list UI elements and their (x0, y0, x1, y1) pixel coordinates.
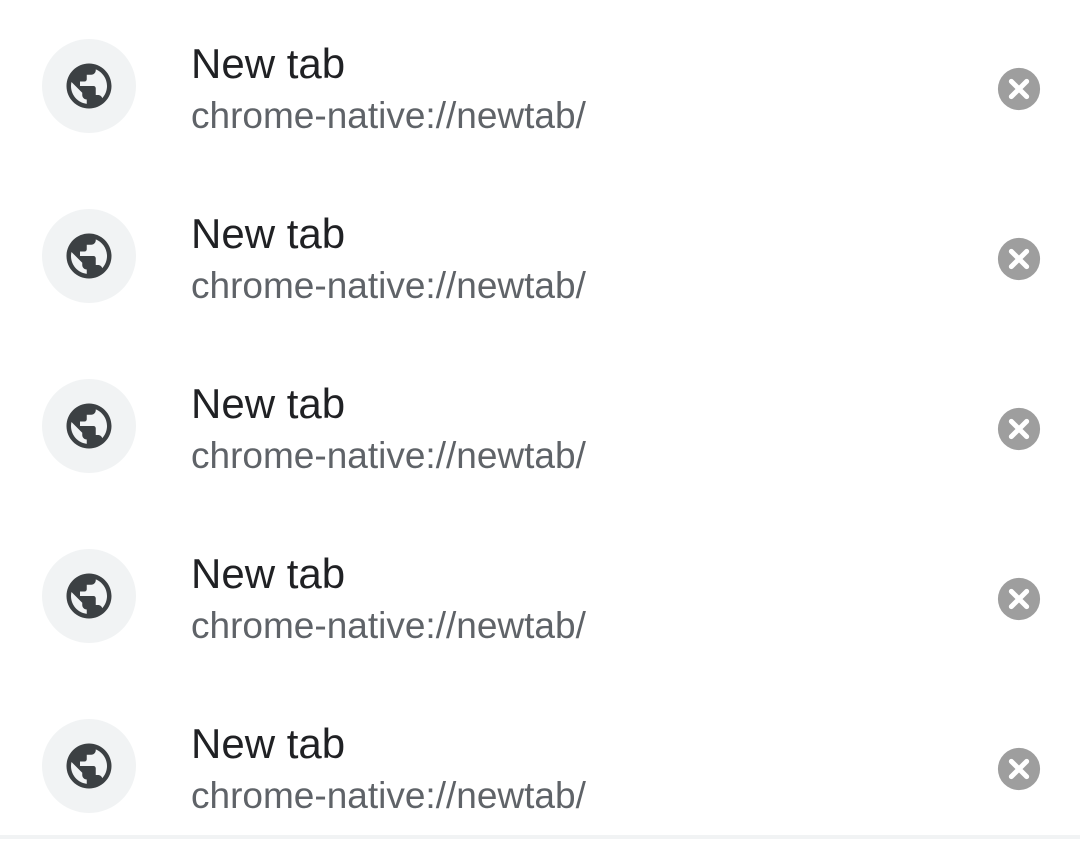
tab-row[interactable]: New tab chrome-native://newtab/ (0, 680, 1080, 850)
close-tab-button[interactable] (984, 734, 1054, 804)
tab-title: New tab (191, 210, 346, 257)
tab-url: chrome-native://newtab/ (191, 265, 586, 306)
tab-url: chrome-native://newtab/ (191, 775, 586, 816)
close-icon (997, 407, 1041, 451)
close-tab-button[interactable] (984, 54, 1054, 124)
close-icon (997, 747, 1041, 791)
close-icon (997, 237, 1041, 281)
tab-title: New tab (191, 720, 346, 767)
tab-url: chrome-native://newtab/ (191, 435, 586, 476)
tab-row[interactable]: New tab chrome-native://newtab/ (0, 0, 1080, 170)
tab-title: New tab (191, 40, 346, 87)
close-icon (997, 577, 1041, 621)
tab-title: New tab (191, 380, 346, 427)
tab-row[interactable]: New tab chrome-native://newtab/ (0, 170, 1080, 340)
close-icon (997, 67, 1041, 111)
tab-row[interactable]: New tab chrome-native://newtab/ (0, 510, 1080, 680)
tab-row[interactable]: New tab chrome-native://newtab/ (0, 340, 1080, 510)
tab-url: chrome-native://newtab/ (191, 605, 586, 646)
close-tab-button[interactable] (984, 564, 1054, 634)
globe-icon (42, 549, 136, 643)
tab-title: New tab (191, 550, 346, 597)
close-tab-button[interactable] (984, 224, 1054, 294)
tab-list: New tab chrome-native://newtab/ New tab … (0, 0, 1080, 839)
globe-icon (42, 209, 136, 303)
list-bottom-divider (0, 835, 1080, 839)
globe-icon (42, 379, 136, 473)
tab-url: chrome-native://newtab/ (191, 95, 586, 136)
globe-icon (42, 39, 136, 133)
globe-icon (42, 719, 136, 813)
close-tab-button[interactable] (984, 394, 1054, 464)
